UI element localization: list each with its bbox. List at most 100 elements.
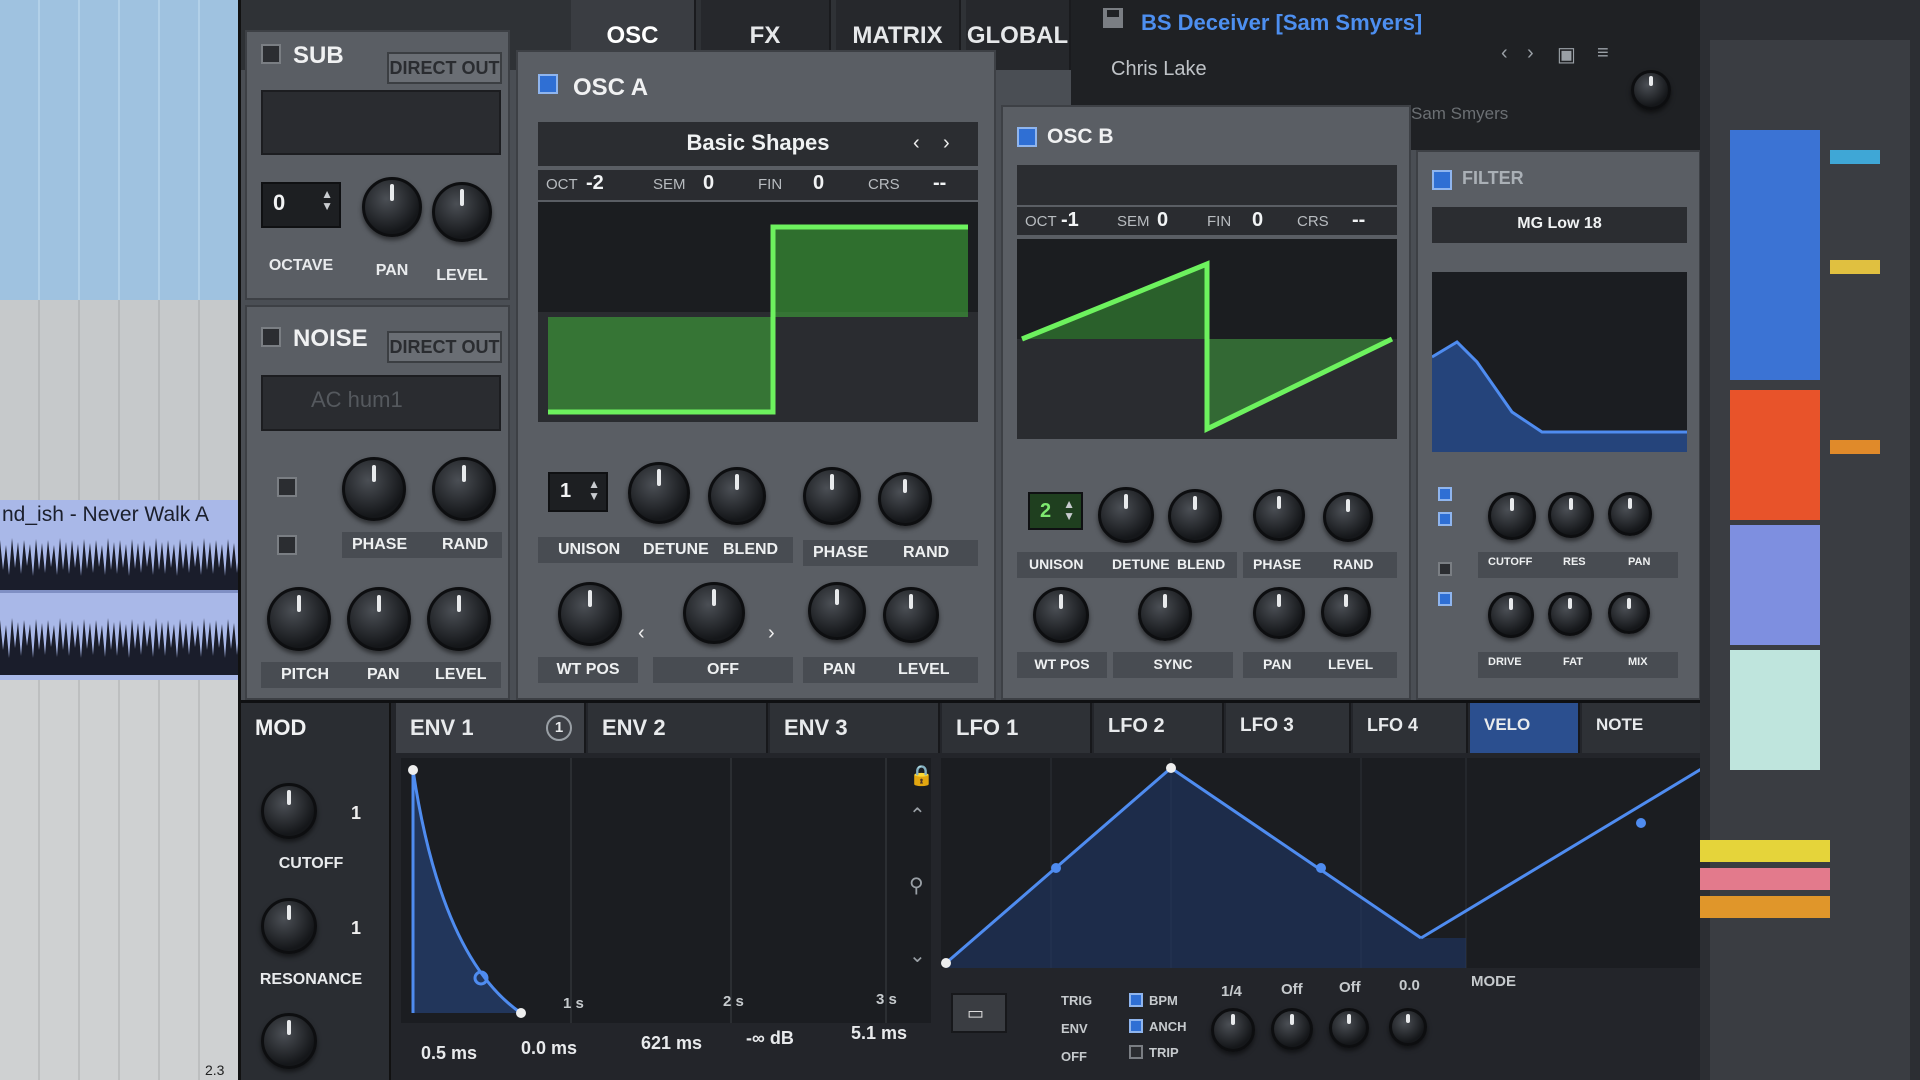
noise-retrig-checkbox[interactable] [277, 477, 297, 497]
osc-a-detune-knob[interactable] [628, 462, 690, 524]
lfo-delay-knob[interactable] [1329, 1008, 1369, 1048]
sub-octave-stepper[interactable]: 0 ▲ ▼ [261, 182, 341, 228]
mod-tab-lfo1[interactable]: LFO 1 [942, 703, 1092, 753]
preset-name[interactable]: BS Deceiver [Sam Smyers] [1141, 10, 1422, 36]
osc-b-oct-value[interactable]: -1 [1061, 209, 1079, 232]
osc-a-warp-mode-label[interactable]: OFF [653, 657, 793, 683]
filter-cutoff-knob[interactable] [1488, 492, 1536, 540]
audio-waveform[interactable] [0, 530, 240, 680]
filter-osc-b-route[interactable] [1438, 512, 1452, 526]
osc-b-blend-knob[interactable] [1168, 489, 1222, 543]
noise-pitch-knob[interactable] [267, 587, 331, 651]
chevron-up-icon[interactable]: ⌃ [909, 803, 926, 828]
osc-a-wavetable-name[interactable]: Basic Shapes [538, 122, 978, 166]
audio-clip-title[interactable]: nd_ish - Never Walk A [0, 500, 240, 530]
session-clip[interactable] [1830, 260, 1880, 274]
sub-enable-checkbox[interactable] [261, 44, 281, 64]
lfo-bpm-checkbox[interactable] [1129, 993, 1143, 1007]
osc-a-crs-value[interactable]: -- [933, 172, 946, 195]
osc-b-pan-knob[interactable] [1253, 587, 1305, 639]
next-wavetable-icon[interactable]: › [943, 132, 950, 155]
session-clip[interactable] [1730, 650, 1820, 770]
mod-tab-env2[interactable]: ENV 2 [588, 703, 768, 753]
noise-direct-out-button[interactable]: DIRECT OUT [387, 331, 502, 363]
osc-b-wt-pos-knob[interactable] [1033, 587, 1089, 643]
master-volume-knob[interactable] [1631, 70, 1671, 110]
mod-tab-note[interactable]: NOTE [1582, 703, 1700, 753]
session-clip[interactable] [1730, 130, 1820, 380]
mod-cutoff-knob[interactable] [261, 783, 317, 839]
osc-a-waveform-display[interactable] [538, 202, 978, 422]
osc-a-pan-knob[interactable] [808, 582, 866, 640]
env1-release-value[interactable]: 5.1 ms [851, 1023, 907, 1044]
noise-level-knob[interactable] [427, 587, 491, 651]
lock-icon[interactable]: 🔒 [909, 763, 934, 788]
mod-resonance-knob[interactable] [261, 898, 317, 954]
mod-tab-lfo4[interactable]: LFO 4 [1353, 703, 1468, 753]
warp-next-icon[interactable]: › [768, 622, 775, 645]
save-icon[interactable] [1101, 6, 1125, 30]
lfo-rate-knob[interactable] [1211, 1008, 1255, 1052]
mod-tab-velo[interactable]: VELO [1470, 703, 1580, 753]
osc-b-enable-checkbox[interactable] [1017, 127, 1037, 147]
osc-b-rand-knob[interactable] [1323, 492, 1373, 542]
prev-wavetable-icon[interactable]: ‹ [913, 132, 920, 155]
osc-b-sem-value[interactable]: 0 [1157, 209, 1168, 232]
filter-type-selector[interactable]: MG Low 18 [1432, 207, 1687, 243]
session-clip[interactable] [1830, 440, 1880, 454]
session-clip[interactable] [1700, 868, 1830, 890]
filter-pan-knob[interactable] [1608, 492, 1652, 536]
session-clip[interactable] [1700, 840, 1830, 862]
noise-pan-knob[interactable] [347, 587, 411, 651]
osc-a-rand-knob[interactable] [878, 472, 932, 526]
osc-a-wt-pos-knob[interactable] [558, 582, 622, 646]
filter-osc-a-route[interactable] [1438, 487, 1452, 501]
lfo-anch-checkbox[interactable] [1129, 1019, 1143, 1033]
preset-list-icon[interactable]: ▣ [1557, 42, 1576, 67]
session-clip[interactable] [1730, 525, 1820, 645]
mod-tab-env1[interactable]: ENV 1 1 [396, 703, 586, 753]
session-clip[interactable] [1700, 896, 1830, 918]
mod-tab-lfo3[interactable]: LFO 3 [1226, 703, 1351, 753]
osc-b-wavetable-name[interactable] [1017, 165, 1397, 205]
lfo-trig-option[interactable]: TRIG [1061, 993, 1092, 1008]
mod-tab-lfo2[interactable]: LFO 2 [1094, 703, 1224, 753]
osc-b-level-knob[interactable] [1321, 587, 1371, 637]
osc-b-crs-value[interactable]: -- [1352, 209, 1365, 232]
mod-tab-env3[interactable]: ENV 3 [770, 703, 940, 753]
warp-prev-icon[interactable]: ‹ [638, 622, 645, 645]
env1-hold-value[interactable]: 0.0 ms [521, 1038, 577, 1059]
noise-enable-checkbox[interactable] [261, 327, 281, 347]
sub-pan-knob[interactable] [362, 177, 422, 237]
osc-b-detune-knob[interactable] [1098, 487, 1154, 543]
stepper-arrows-icon[interactable]: ▲ ▼ [588, 478, 600, 502]
osc-a-phase-knob[interactable] [803, 467, 861, 525]
osc-a-enable-checkbox[interactable] [538, 74, 558, 94]
env1-graph[interactable] [401, 758, 931, 1023]
filter-mix-knob[interactable] [1608, 592, 1650, 634]
filter-fat-knob[interactable] [1548, 592, 1592, 636]
sub-direct-out-button[interactable]: DIRECT OUT [387, 52, 502, 84]
next-preset-icon[interactable]: › [1527, 42, 1534, 65]
lfo-folder-button[interactable]: ▭ [951, 993, 1007, 1033]
noise-rand-knob[interactable] [432, 457, 496, 521]
env1-sustain-value[interactable]: -∞ dB [746, 1028, 794, 1049]
filter-drive-knob[interactable] [1488, 592, 1534, 638]
menu-icon[interactable]: ≡ [1597, 42, 1609, 65]
filter-sub-route[interactable] [1438, 592, 1452, 606]
lfo-smooth-knob[interactable] [1389, 1008, 1427, 1046]
sub-level-knob[interactable] [432, 182, 492, 242]
filter-noise-route[interactable] [1438, 562, 1452, 576]
osc-b-fin-value[interactable]: 0 [1252, 209, 1263, 232]
osc-a-oct-value[interactable]: -2 [586, 172, 604, 195]
lfo-trip-checkbox[interactable] [1129, 1045, 1143, 1059]
lfo-rise-knob[interactable] [1271, 1008, 1313, 1050]
osc-b-warp-knob[interactable] [1138, 587, 1192, 641]
lfo-graph[interactable] [941, 758, 1700, 968]
session-clip[interactable] [1730, 390, 1820, 520]
osc-a-unison-stepper[interactable]: 1 ▲ ▼ [548, 472, 608, 512]
filter-response-display[interactable] [1432, 272, 1687, 452]
lfo-env-option[interactable]: ENV [1061, 1021, 1088, 1036]
stepper-arrows-icon[interactable]: ▲ ▼ [321, 188, 333, 212]
osc-a-sem-value[interactable]: 0 [703, 172, 714, 195]
